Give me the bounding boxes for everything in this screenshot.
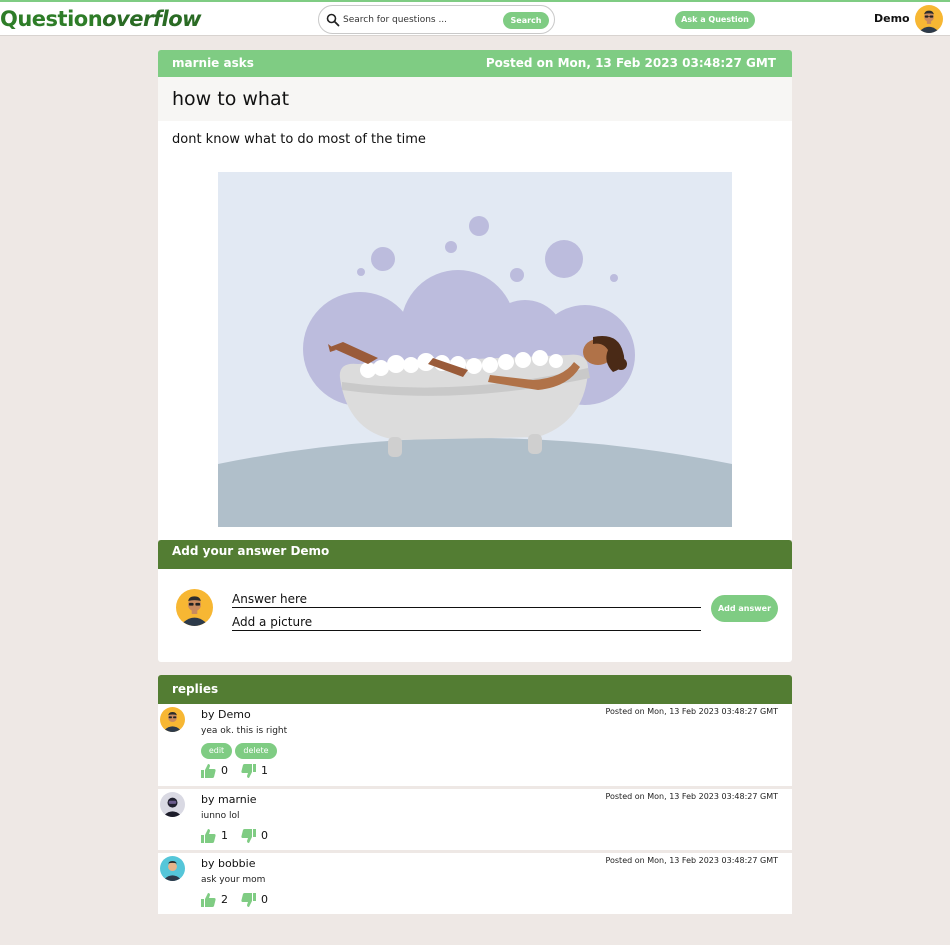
- downvote-count: 1: [261, 764, 268, 777]
- search-input[interactable]: [343, 11, 493, 29]
- logo-text-main: Question: [0, 7, 103, 31]
- answer-form-title: Add your answer Demo: [172, 544, 330, 558]
- search-bar: Search: [318, 5, 555, 34]
- search-button[interactable]: Search: [503, 12, 549, 29]
- upvote-button[interactable]: 2: [201, 893, 237, 907]
- reply-avatar: [160, 707, 185, 732]
- thumbs-up-icon: [201, 829, 216, 843]
- downvote-count: 0: [261, 893, 268, 906]
- reply-avatar: [160, 792, 185, 817]
- upvote-count: 0: [221, 764, 228, 777]
- reply-item: by bobbie Posted on Mon, 13 Feb 2023 03:…: [158, 853, 792, 914]
- question-header: marnie asks Posted on Mon, 13 Feb 2023 0…: [158, 50, 792, 77]
- upvote-count: 1: [221, 829, 228, 842]
- reply-date: Posted on Mon, 13 Feb 2023 03:48:27 GMT: [605, 792, 778, 801]
- reply-item: by Demo Posted on Mon, 13 Feb 2023 03:48…: [158, 704, 792, 786]
- thumbs-down-icon: [241, 893, 256, 907]
- edit-button[interactable]: edit: [201, 743, 232, 759]
- downvote-button[interactable]: 1: [241, 764, 277, 778]
- upvote-button[interactable]: 1: [201, 829, 237, 843]
- site-logo[interactable]: Questionoverflow: [0, 7, 202, 31]
- reply-item: by marnie Posted on Mon, 13 Feb 2023 03:…: [158, 789, 792, 850]
- bathtub-illustration: [218, 172, 732, 527]
- reply-avatar: [160, 856, 185, 881]
- add-answer-button[interactable]: Add answer: [711, 595, 778, 622]
- current-user-name[interactable]: Demo: [874, 12, 910, 25]
- top-navbar: Questionoverflow Search Ask a Question D…: [0, 0, 950, 36]
- thumbs-up-icon: [201, 893, 216, 907]
- reply-text: iunno lol: [201, 811, 240, 821]
- user-avatar[interactable]: [915, 5, 943, 33]
- upvote-count: 2: [221, 893, 228, 906]
- replies-header: replies: [158, 675, 792, 704]
- question-title-box: how to what: [158, 77, 792, 121]
- reply-text: ask your mom: [201, 875, 266, 885]
- question-body: dont know what to do most of the time: [172, 132, 426, 147]
- reply-date: Posted on Mon, 13 Feb 2023 03:48:27 GMT: [605, 856, 778, 865]
- reply-author[interactable]: by Demo: [201, 708, 251, 721]
- answer-form-header: Add your answer Demo: [158, 540, 792, 569]
- reply-text: yea ok. this is right: [201, 726, 288, 736]
- answer-input[interactable]: [232, 590, 701, 608]
- thumbs-up-icon: [201, 764, 216, 778]
- question-body-box: dont know what to do most of the time: [158, 121, 792, 540]
- replies-title: replies: [172, 682, 219, 696]
- ask-question-button[interactable]: Ask a Question: [675, 11, 755, 29]
- answer-avatar: [176, 589, 213, 626]
- downvote-count: 0: [261, 829, 268, 842]
- upvote-button[interactable]: 0: [201, 764, 237, 778]
- question-date: Posted on Mon, 13 Feb 2023 03:48:27 GMT: [485, 56, 776, 70]
- picture-input[interactable]: [232, 613, 701, 631]
- downvote-button[interactable]: 0: [241, 829, 277, 843]
- question-asker[interactable]: marnie asks: [172, 56, 254, 70]
- reply-author[interactable]: by marnie: [201, 793, 257, 806]
- logo-text-italic: overflow: [102, 7, 202, 31]
- reply-author[interactable]: by bobbie: [201, 857, 256, 870]
- answer-form: Add answer: [158, 569, 792, 662]
- search-icon: [326, 13, 340, 27]
- reply-date: Posted on Mon, 13 Feb 2023 03:48:27 GMT: [605, 707, 778, 716]
- question-title: how to what: [172, 88, 290, 110]
- thumbs-down-icon: [241, 764, 256, 778]
- thumbs-down-icon: [241, 829, 256, 843]
- downvote-button[interactable]: 0: [241, 893, 277, 907]
- delete-button[interactable]: delete: [235, 743, 277, 759]
